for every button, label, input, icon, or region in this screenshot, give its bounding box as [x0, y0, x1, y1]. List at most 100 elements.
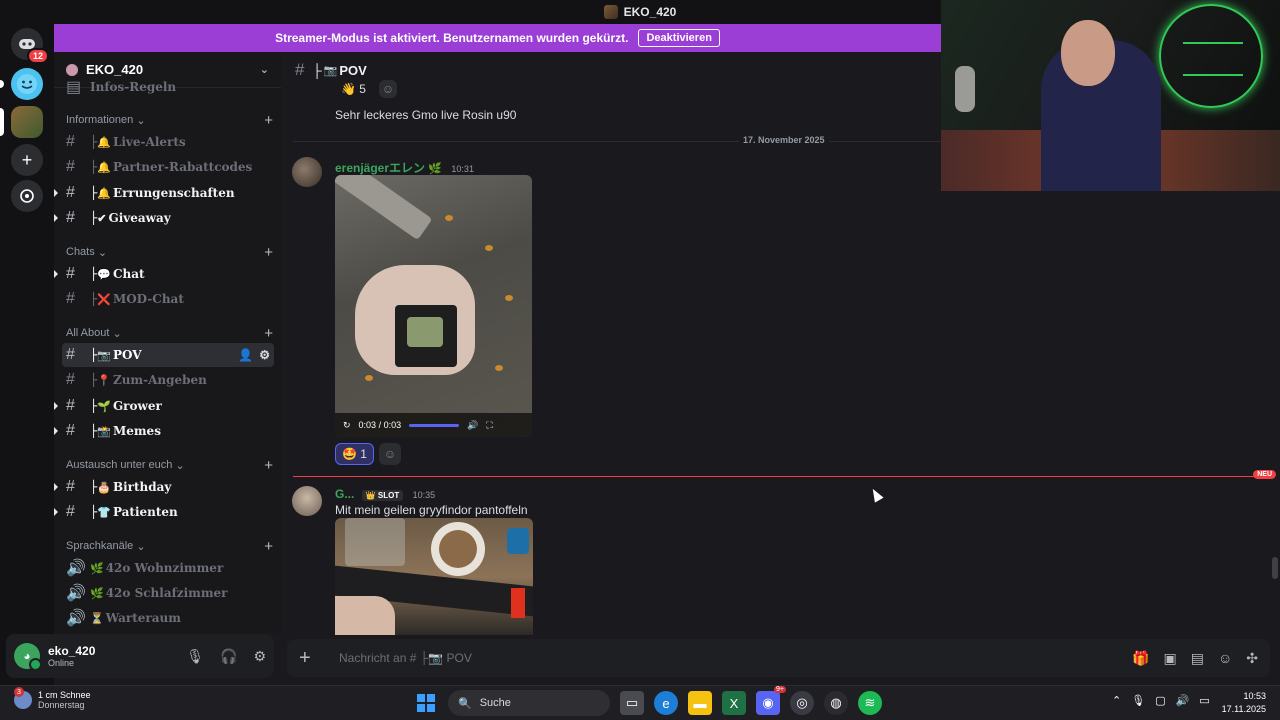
reaction-star-struck[interactable]: 🤩 1 — [335, 443, 374, 465]
category-sprachkanaele[interactable]: Sprachkanäle ⌄ + — [66, 538, 273, 555]
add-channel-icon[interactable]: + — [264, 538, 273, 555]
add-channel-icon[interactable]: + — [264, 457, 273, 474]
headphones-icon[interactable]: 🎧 — [220, 648, 237, 665]
voice-channel-warteraum[interactable]: 🔊 ⏳ Warteraum — [62, 606, 274, 630]
channel-label: Warteraum — [105, 611, 181, 625]
channel-prefix: ├ — [90, 373, 98, 387]
channel-prefix: ├ — [90, 348, 98, 362]
channel-pov[interactable]: # ├ 📷 POV 👤 ⚙ — [62, 343, 274, 367]
channel-live-alerts[interactable]: # ├ 🔔 Live-Alerts — [62, 130, 274, 154]
voice-channel-wohnzimmer[interactable]: 🔊 🌿 42o Wohnzimmer — [62, 556, 274, 580]
channel-grower[interactable]: # ├ 🌱 Grower — [54, 394, 274, 418]
category-informationen[interactable]: Informationen ⌄ + — [66, 112, 273, 129]
channel-label: Giveaway — [108, 211, 171, 225]
avatar[interactable] — [292, 157, 322, 187]
sticker-icon[interactable]: ▤ — [1191, 650, 1204, 667]
message-input[interactable] — [339, 651, 1133, 665]
hash-icon: # — [66, 158, 75, 175]
add-channel-icon[interactable]: + — [264, 244, 273, 261]
channel-label: Memes — [112, 424, 161, 438]
file-explorer-icon[interactable]: ▬ — [688, 691, 712, 715]
windows-logo — [417, 694, 435, 712]
microphone-icon[interactable]: 🎙 — [1131, 694, 1145, 707]
avatar[interactable]: ◕ — [14, 643, 42, 671]
channel-errungenschaften[interactable]: # ├ 🔔 Errungenschaften — [54, 181, 274, 205]
scrollbar[interactable] — [1272, 557, 1278, 579]
seedling-icon: 🌱 — [97, 399, 111, 413]
server-icon-eko[interactable] — [11, 106, 43, 138]
excel-icon[interactable]: X — [722, 691, 746, 715]
microphone-icon[interactable]: 🎙 — [186, 648, 204, 665]
category-label: All About — [66, 327, 110, 339]
task-view-icon[interactable]: ▭ — [620, 691, 644, 715]
video-frame-leaf — [505, 295, 513, 301]
server-icon-face[interactable] — [11, 68, 43, 100]
category-all-about[interactable]: All About ⌄ + — [66, 325, 273, 342]
message-author[interactable]: G... 👑 SLOT 10:35 — [335, 487, 435, 501]
channel-patienten[interactable]: # ├ 👕 Patienten — [54, 500, 274, 524]
video-attachment[interactable]: ↻ 0:03 / 0:03 🔊 ⛶ — [335, 175, 532, 437]
herb-icon: 🌿 — [90, 561, 104, 575]
weather-widget[interactable]: 3 1 cm Schnee Donnerstag — [14, 687, 91, 710]
replay-icon[interactable]: ↻ — [343, 420, 351, 431]
channel-zum-angeben[interactable]: # ├ 📍 Zum-Angeben — [62, 368, 274, 392]
channel-mod-chat[interactable]: # ├ ❌ MOD-Chat — [62, 287, 274, 311]
attach-plus-icon[interactable]: + — [299, 647, 327, 670]
hourglass-icon: ⏳ — [90, 611, 104, 625]
category-label: Chats — [66, 246, 95, 258]
channel-chat[interactable]: # ├ 💬 Chat — [54, 262, 274, 286]
emoji-icon[interactable]: ☺ — [1218, 650, 1232, 667]
channel-birthday[interactable]: # ├ 🎂 Birthday — [54, 475, 274, 499]
add-reaction-icon[interactable]: ☺ — [379, 80, 397, 98]
channel-infos-regeln[interactable]: ▤ Infos-Regeln — [62, 80, 274, 94]
star-struck-emoji-icon: 🤩 — [342, 447, 357, 461]
message-author[interactable]: erenjägerエレン 🌿 10:31 — [335, 159, 474, 176]
volume-icon[interactable]: 🔊 — [467, 420, 478, 431]
herb-icon: 🌿 — [90, 586, 104, 600]
speaker-icon: 🔊 — [66, 585, 86, 602]
reaction-previous[interactable]: 👋 5 — [335, 80, 372, 98]
reaction-count: 1 — [360, 447, 367, 461]
display-icon[interactable]: ▢ — [1155, 694, 1165, 707]
fullscreen-icon[interactable]: ⛶ — [486, 420, 492, 431]
clock[interactable]: 10:53 17.11.2025 — [1218, 690, 1266, 716]
battery-icon[interactable]: ▭ — [1199, 694, 1209, 707]
direct-messages-button[interactable]: 12 — [11, 28, 49, 64]
add-channel-icon[interactable]: + — [264, 112, 273, 129]
avatar[interactable] — [292, 486, 322, 516]
add-server-icon[interactable]: + — [11, 144, 43, 176]
deactivate-button[interactable]: Deaktivieren — [638, 29, 720, 47]
category-austausch[interactable]: Austausch unter euch ⌄ + — [66, 457, 273, 474]
gear-icon[interactable]: ⚙ — [259, 348, 270, 362]
add-reaction-icon[interactable]: ☺ — [379, 443, 401, 465]
add-channel-icon[interactable]: + — [264, 325, 273, 342]
gear-icon[interactable]: ⚙ — [253, 648, 266, 665]
new-label: NEU — [1253, 470, 1276, 479]
image-frame-bottle — [507, 528, 529, 554]
channel-memes[interactable]: # ├ 📸 Memes — [54, 419, 274, 443]
hash-icon: # — [66, 290, 75, 307]
windows-start-icon[interactable] — [414, 691, 438, 715]
voice-channel-schlafzimmer[interactable]: 🔊 🌿 42o Schlafzimmer — [62, 581, 274, 605]
discord-taskbar-icon[interactable]: ◉ 9+ — [756, 686, 786, 715]
channel-prefix: ├ — [90, 267, 98, 281]
chevron-up-icon[interactable]: ⌃ — [1112, 694, 1121, 707]
obs-icon[interactable]: ◎ — [790, 691, 814, 715]
gif-icon[interactable]: ▣ — [1164, 650, 1177, 667]
spotify-icon[interactable]: ≋ — [858, 691, 882, 715]
category-chats[interactable]: Chats ⌄ + — [66, 244, 273, 261]
app-icon[interactable]: ◍ — [824, 691, 848, 715]
taskbar-search[interactable]: 🔍 Suche — [448, 690, 610, 716]
face-icon — [17, 74, 37, 94]
unread-indicator — [54, 402, 58, 410]
gift-icon[interactable]: 🎁 — [1132, 650, 1149, 667]
channel-giveaway[interactable]: # ├ ✔ Giveaway — [54, 206, 274, 230]
discover-icon[interactable] — [11, 180, 43, 212]
apps-icon[interactable]: ✣ — [1246, 650, 1258, 667]
channel-partner-rabattcodes[interactable]: # ├ 🔔 Partner-Rabattcodes — [62, 155, 274, 179]
edge-icon[interactable]: e — [654, 691, 678, 715]
image-attachment[interactable] — [335, 518, 533, 635]
invite-icon[interactable]: 👤 — [238, 348, 253, 362]
volume-icon[interactable]: 🔊 — [1176, 694, 1190, 707]
video-progress-bar[interactable] — [409, 423, 460, 427]
